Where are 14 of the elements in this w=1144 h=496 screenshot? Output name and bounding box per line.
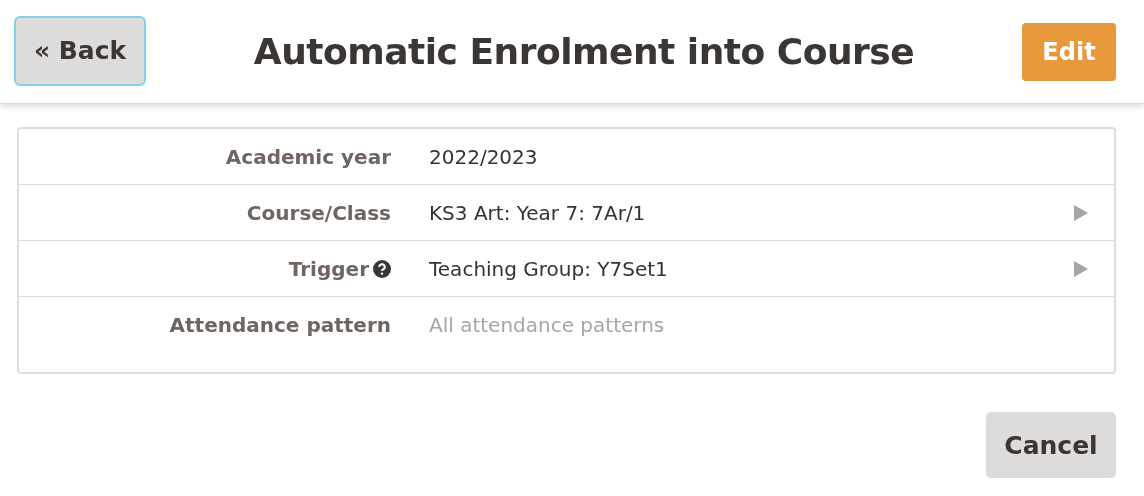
field-value: Teaching Group: Y7Set1 (429, 256, 668, 281)
chevron-right-icon[interactable] (1074, 260, 1088, 277)
chevron-right-icon[interactable] (1074, 204, 1088, 221)
page-title: Automatic Enrolment into Course (253, 31, 915, 72)
cancel-button[interactable]: Cancel (986, 412, 1116, 478)
field-label: Course/Class (246, 200, 391, 225)
field-label: Attendance pattern (169, 312, 391, 337)
field-value: 2022/2023 (429, 144, 538, 169)
help-icon[interactable] (373, 259, 391, 278)
field-label: Academic year (225, 144, 391, 169)
field-value: KS3 Art: Year 7: 7Ar/1 (429, 200, 646, 225)
back-button[interactable]: « Back (14, 15, 146, 86)
field-value: All attendance patterns (429, 312, 665, 337)
field-label: Trigger (288, 256, 369, 281)
